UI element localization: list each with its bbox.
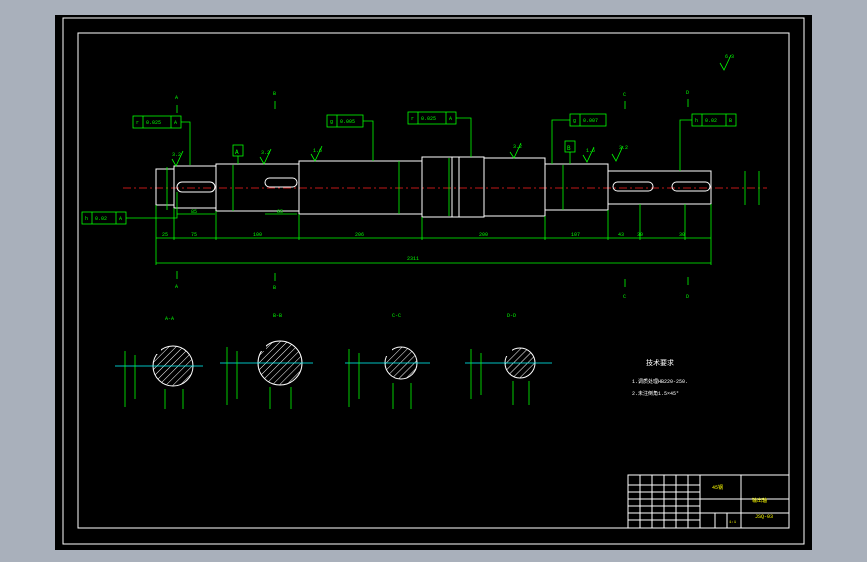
roughness-r3: 1.6 xyxy=(310,145,323,162)
svg-text:h: h xyxy=(85,216,88,222)
section-marker-d-top: D xyxy=(686,90,689,96)
svg-text:r: r xyxy=(136,120,139,126)
dim-d1: 25 xyxy=(162,232,168,238)
dim-d8: 30 xyxy=(637,232,643,238)
tolerance-frame-cyl-1: g 0.005 xyxy=(326,114,374,161)
title-block-scale: 1:1 xyxy=(729,521,737,525)
title-block: 45钢 输出轴 JSQ-03 1:1 xyxy=(627,474,790,529)
svg-text:1.6: 1.6 xyxy=(313,148,322,154)
svg-text:D-D: D-D xyxy=(507,313,516,319)
svg-text:6.3: 6.3 xyxy=(725,54,734,60)
section-view-c: C-C xyxy=(345,313,430,409)
svg-text:技术要求: 技术要求 xyxy=(646,358,674,368)
title-block-material: 45钢 xyxy=(712,484,723,491)
dim-key2: 85 xyxy=(277,209,283,215)
svg-text:B: B xyxy=(567,145,571,152)
roughness-general: 6.3 xyxy=(719,54,734,71)
svg-text:A-A: A-A xyxy=(165,316,174,322)
tolerance-frame-sym-left: h 0.02 A xyxy=(81,192,178,225)
svg-text:B-B: B-B xyxy=(273,313,282,319)
roughness-r6: 3.2 xyxy=(611,145,628,162)
dim-d6: 107 xyxy=(571,232,580,238)
dim-d5: 200 xyxy=(479,232,488,238)
section-marker-a-top: A xyxy=(175,95,178,101)
title-block-drawing-no: JSQ-03 xyxy=(755,514,773,520)
keyway-left-1 xyxy=(176,181,216,193)
section-marker-c-bottom: C xyxy=(623,294,626,300)
roughness-r2: 3.2 xyxy=(259,148,272,165)
title-block-part-name: 输出轴 xyxy=(752,497,767,504)
keyway-right-1 xyxy=(612,181,654,192)
svg-text:A: A xyxy=(119,216,122,222)
dim-d9: 30 xyxy=(679,232,685,238)
dim-key1: 85 xyxy=(191,209,197,215)
svg-text:3.2: 3.2 xyxy=(172,152,181,158)
svg-text:0.02: 0.02 xyxy=(705,118,717,124)
svg-text:A: A xyxy=(174,120,177,126)
roughness-r5: 1.6 xyxy=(582,146,595,163)
svg-text:A: A xyxy=(235,149,239,156)
keyway-left-2 xyxy=(264,177,298,188)
svg-text:0.005: 0.005 xyxy=(340,119,355,125)
svg-text:C-C: C-C xyxy=(392,313,401,319)
section-marker-c-top: C xyxy=(623,92,626,98)
svg-text:0.025: 0.025 xyxy=(421,116,436,122)
shaft-outline xyxy=(155,156,712,218)
roughness-r1: 3.2 xyxy=(171,150,184,167)
inner-border xyxy=(77,32,790,529)
roughness-r4: 3.2 xyxy=(509,142,522,159)
section-marker-d-bottom: D xyxy=(686,294,689,300)
svg-text:1.调质处理HB220-250.: 1.调质处理HB220-250. xyxy=(632,378,688,385)
dim-d3: 100 xyxy=(253,232,262,238)
datum-a: A xyxy=(232,144,244,164)
tolerance-frame-runout-1: r 0.025 A xyxy=(132,115,191,165)
technical-notes: 技术要求 1.调质处理HB220-250. 2.未注倒角1.5×45° xyxy=(632,358,688,397)
datum-b: B xyxy=(564,140,576,164)
tolerance-frame-sym-right: h 0.02 B xyxy=(679,113,737,171)
section-view-b: B-B xyxy=(220,313,313,409)
dim-d7: 43 xyxy=(618,232,624,238)
section-marker-b-bottom: B xyxy=(273,285,276,291)
svg-text:3.2: 3.2 xyxy=(619,145,628,151)
svg-text:3.2: 3.2 xyxy=(513,144,522,150)
svg-text:g: g xyxy=(330,119,333,125)
dim-d2: 75 xyxy=(191,232,197,238)
dim-d4: 206 xyxy=(355,232,364,238)
section-marker-a-bottom: A xyxy=(175,284,178,290)
dim-total: 2311 xyxy=(407,256,419,262)
drawing-canvas: 25 75 100 206 200 107 43 30 30 85 85 231… xyxy=(62,17,805,545)
svg-text:1.6: 1.6 xyxy=(586,148,595,154)
svg-text:0.007: 0.007 xyxy=(583,118,598,124)
svg-text:h: h xyxy=(695,118,698,124)
svg-text:0.02: 0.02 xyxy=(95,216,107,222)
drawing-viewport[interactable]: 25 75 100 206 200 107 43 30 30 85 85 231… xyxy=(55,15,812,550)
tolerance-frame-cyl-2: g 0.007 xyxy=(551,113,607,164)
svg-text:0.025: 0.025 xyxy=(146,120,161,126)
svg-text:g: g xyxy=(573,118,576,124)
section-view-a: A-A xyxy=(115,316,203,409)
tolerance-frame-runout-2: r 0.025 A xyxy=(407,111,472,157)
svg-text:A: A xyxy=(449,116,452,122)
svg-text:r: r xyxy=(411,116,414,122)
keyway-right-2 xyxy=(671,181,711,192)
svg-text:B: B xyxy=(729,118,732,124)
svg-text:2.未注倒角1.5×45°: 2.未注倒角1.5×45° xyxy=(632,390,679,397)
section-marker-b-top: B xyxy=(273,91,276,97)
svg-text:3.2: 3.2 xyxy=(261,150,270,156)
section-view-d: D-D xyxy=(465,313,552,405)
cad-window: 25 75 100 206 200 107 43 30 30 85 85 231… xyxy=(0,0,867,562)
